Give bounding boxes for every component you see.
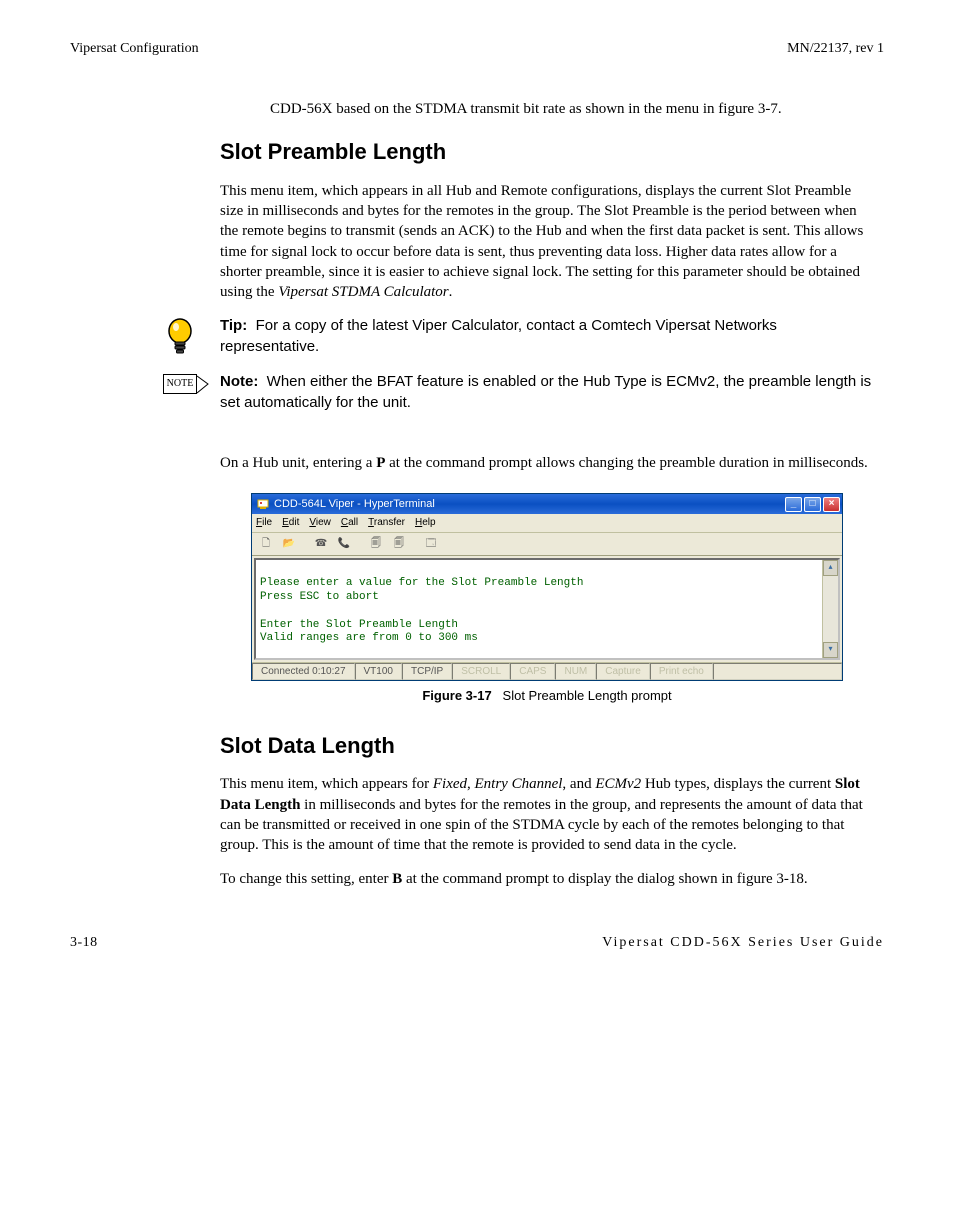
page-header: Vipersat Configuration MN/22137, rev 1 — [70, 40, 884, 59]
figure-caption: Figure 3-17 Slot Preamble Length prompt — [220, 687, 874, 705]
lightbulb-icon — [166, 318, 194, 358]
toolbar-connect-icon[interactable]: ☎ — [311, 535, 331, 553]
status-emulation: VT100 — [355, 663, 402, 681]
status-bar: Connected 0:10:27 VT100 TCP/IP SCROLL CA… — [252, 662, 842, 681]
status-spacer — [713, 663, 842, 681]
tip-icon-column — [140, 316, 220, 358]
hyperterminal-icon — [256, 497, 270, 511]
menu-transfer[interactable]: Transfer — [368, 516, 405, 530]
figure-title: Slot Preamble Length prompt — [503, 688, 672, 703]
tip-label: Tip: — [220, 317, 247, 334]
tip-body: Tip: For a copy of the latest Viper Calc… — [220, 316, 874, 357]
menu-call[interactable]: Call — [341, 516, 358, 530]
page-footer: 3-18 Vipersat CDD-56X Series User Guide — [70, 934, 884, 953]
body-text: This menu item, which appears for — [220, 776, 433, 792]
figure-3-17: CDD-564L Viper - HyperTerminal _ □ × FFi… — [220, 493, 874, 705]
terminal-text: Please enter a value for the Slot Preamb… — [256, 560, 838, 651]
toolbar-disconnect-icon[interactable]: 📞 — [334, 535, 354, 553]
heading-slot-preamble-length: Slot Preamble Length — [220, 137, 874, 167]
hyperterminal-menubar: FFileile Edit View Call Transfer Help — [252, 514, 842, 533]
close-button[interactable]: × — [823, 497, 840, 512]
hyperterminal-toolbar: 🗋 📂 ☎ 📞 🗐 🗐 🗔 — [252, 533, 842, 556]
heading-slot-data-length: Slot Data Length — [220, 731, 874, 761]
header-right: MN/22137, rev 1 — [787, 40, 884, 59]
note-box-icon: NOTE — [163, 374, 198, 394]
tip-text: For a copy of the latest Viper Calculato… — [220, 317, 777, 354]
status-connected: Connected 0:10:27 — [252, 663, 355, 681]
body-text: On a Hub unit, entering a — [220, 455, 376, 471]
menu-view[interactable]: View — [309, 516, 331, 530]
emphasis-vipersat-calculator: Vipersat STDMA Calculator — [278, 284, 448, 300]
menu-edit[interactable]: Edit — [282, 516, 299, 530]
slot-preamble-paragraph: This menu item, which appears in all Hub… — [220, 181, 874, 303]
scroll-down-icon[interactable]: ▾ — [823, 642, 838, 658]
tip-callout: Tip: For a copy of the latest Viper Calc… — [140, 316, 874, 358]
status-scroll: SCROLL — [452, 663, 510, 681]
bold-B: B — [392, 871, 402, 887]
figure-number: Figure 3-17 — [422, 688, 491, 703]
note-callout: NOTE Note: When either the BFAT feature … — [140, 372, 874, 413]
status-printecho: Print echo — [650, 663, 713, 681]
menu-help[interactable]: Help — [415, 516, 436, 530]
footer-guide-title: Vipersat CDD-56X Series User Guide — [602, 934, 884, 953]
status-caps: CAPS — [510, 663, 555, 681]
header-left: Vipersat Configuration — [70, 40, 199, 59]
toolbar-new-icon[interactable]: 🗋 — [256, 535, 276, 553]
scrollbar[interactable]: ▴ ▾ — [822, 560, 838, 658]
slot-data-paragraph: This menu item, which appears for Fixed,… — [220, 774, 874, 855]
body-text-end: . — [449, 284, 453, 300]
status-num: NUM — [555, 663, 596, 681]
note-body: Note: When either the BFAT feature is en… — [220, 372, 874, 413]
body-text: , and — [562, 776, 595, 792]
hub-unit-paragraph: On a Hub unit, entering a P at the comma… — [220, 453, 874, 473]
emphasis-fixed: Fixed — [433, 776, 467, 792]
status-protocol: TCP/IP — [402, 663, 452, 681]
body-text: This menu item, which appears in all Hub… — [220, 183, 863, 300]
note-box-label: NOTE — [167, 378, 194, 389]
bold-P: P — [376, 455, 385, 471]
terminal-area[interactable]: Please enter a value for the Slot Preamb… — [254, 558, 840, 660]
minimize-button[interactable]: _ — [785, 497, 802, 512]
emphasis-ecmv2: ECMv2 — [595, 776, 641, 792]
note-icon-column: NOTE — [140, 372, 220, 394]
body-text: at the command prompt allows changing th… — [385, 455, 867, 471]
intro-tail-paragraph: CDD-56X based on the STDMA transmit bit … — [270, 99, 874, 119]
toolbar-send-icon[interactable]: 🗐 — [366, 535, 386, 553]
menu-file[interactable]: FFileile — [256, 516, 272, 530]
status-capture: Capture — [596, 663, 650, 681]
note-pointer-icon — [196, 375, 210, 397]
body-text: To change this setting, enter — [220, 871, 392, 887]
window-buttons: _ □ × — [785, 497, 840, 512]
change-setting-paragraph: To change this setting, enter B at the c… — [220, 869, 874, 889]
scroll-up-icon[interactable]: ▴ — [823, 560, 838, 576]
emphasis-entry-channel: Entry Channel — [475, 776, 563, 792]
toolbar-open-icon[interactable]: 📂 — [279, 535, 299, 553]
footer-page-number: 3-18 — [70, 934, 98, 953]
note-text: When either the BFAT feature is enabled … — [220, 373, 871, 410]
hyperterminal-titlebar: CDD-564L Viper - HyperTerminal _ □ × — [252, 494, 842, 514]
maximize-button[interactable]: □ — [804, 497, 821, 512]
content-body: CDD-56X based on the STDMA transmit bit … — [220, 99, 874, 890]
body-text: in milliseconds and bytes for the remote… — [220, 797, 863, 854]
hyperterminal-title: CDD-564L Viper - HyperTerminal — [274, 497, 435, 512]
body-text: at the command prompt to display the dia… — [402, 871, 807, 887]
toolbar-properties-icon[interactable]: 🗔 — [421, 535, 441, 553]
note-label: Note: — [220, 373, 258, 390]
hyperterminal-window: CDD-564L Viper - HyperTerminal _ □ × FFi… — [251, 493, 843, 681]
body-text: Hub types, displays the current — [641, 776, 835, 792]
toolbar-receive-icon[interactable]: 🗐 — [389, 535, 409, 553]
body-text: , — [467, 776, 475, 792]
